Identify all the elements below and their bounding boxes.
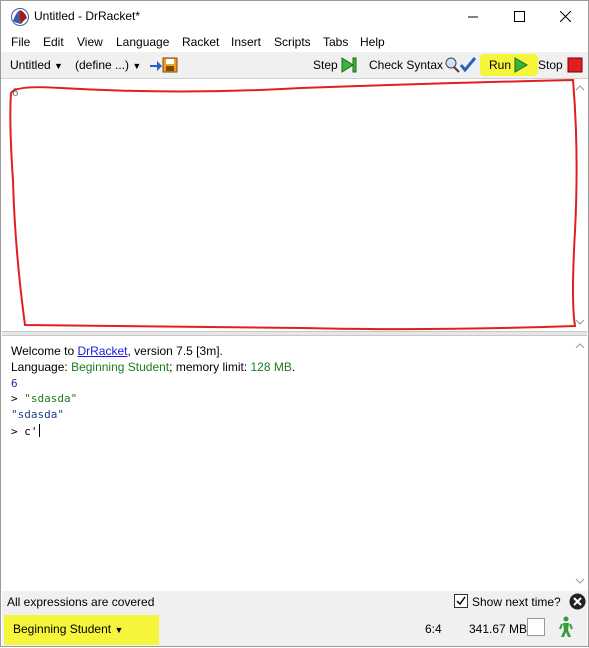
menu-view[interactable]: View <box>77 35 103 49</box>
input-line-2[interactable]: > c' <box>11 424 40 438</box>
drracket-link[interactable]: DrRacket <box>77 344 127 358</box>
run-icon[interactable] <box>513 56 529 74</box>
window-title: Untitled - DrRacket* <box>34 9 141 23</box>
close-coverage-icon[interactable] <box>569 593 586 610</box>
scroll-up-icon[interactable] <box>573 339 587 353</box>
menu-tabs[interactable]: Tabs <box>323 35 348 49</box>
welcome-prefix: Welcome to <box>11 344 78 358</box>
memory-usage[interactable]: 341.67 MB <box>469 622 527 636</box>
running-person-icon <box>559 616 573 637</box>
language-line: Language: Beginning Student; memory limi… <box>11 360 295 374</box>
menu-insert[interactable]: Insert <box>231 35 261 49</box>
language-name: Beginning Student <box>71 360 170 374</box>
caret-down-icon: ▼ <box>114 625 124 635</box>
toolbar: Untitled ▼ (define ...) ▼ Step Check Syn… <box>1 52 588 79</box>
show-next-time-checkbox[interactable] <box>454 594 468 608</box>
language-prefix: Language: <box>11 360 72 374</box>
maximize-button[interactable] <box>496 1 542 32</box>
current-input: c' <box>24 425 38 438</box>
run-button-label[interactable]: Run <box>489 58 511 72</box>
text-cursor <box>38 424 40 437</box>
output-line-1: 6 <box>11 377 18 390</box>
save-icon[interactable] <box>149 56 179 74</box>
caret-down-icon: ▼ <box>54 61 63 71</box>
output-line-2: "sdasda" <box>11 408 64 421</box>
cursor-position: 6:4 <box>425 622 442 636</box>
status-bar-top: All expressions are covered Show next ti… <box>2 591 587 613</box>
step-button-label[interactable]: Step <box>313 58 338 72</box>
interactions-area[interactable]: Welcome to DrRacket, version 7.5 [3m]. L… <box>2 337 587 590</box>
memory-prefix: ; memory limit: <box>169 360 251 374</box>
memory-limit: 128 MB <box>250 360 292 374</box>
scroll-down-icon[interactable] <box>573 315 587 329</box>
welcome-line: Welcome to DrRacket, version 7.5 [3m]. <box>11 344 223 358</box>
definitions-area[interactable]: 6 <box>2 79 587 331</box>
close-button[interactable] <box>542 1 588 32</box>
racket-logo-icon <box>11 8 29 26</box>
input-expression: "sdasda" <box>24 392 78 405</box>
scroll-up-icon[interactable] <box>573 81 587 95</box>
menu-racket[interactable]: Racket <box>182 35 219 49</box>
definitions-text: 6 <box>12 86 19 99</box>
menu-language[interactable]: Language <box>116 35 169 49</box>
status-bar-bottom: Beginning Student ▼ 6:4 341.67 MB <box>2 613 587 646</box>
language-selector[interactable]: Beginning Student ▼ <box>13 622 123 636</box>
menu-bar: File Edit View Language Racket Insert Sc… <box>1 32 588 52</box>
minimize-button[interactable] <box>450 1 496 32</box>
file-dropdown[interactable]: Untitled ▼ <box>10 58 63 72</box>
prompt: > <box>11 425 25 438</box>
language-selector-label: Beginning Student <box>13 622 112 636</box>
title-bar: Untitled - DrRacket* <box>1 1 588 32</box>
define-dropdown[interactable]: (define ...) ▼ <box>75 58 141 72</box>
menu-file[interactable]: File <box>11 35 30 49</box>
menu-scripts[interactable]: Scripts <box>274 35 311 49</box>
check-syntax-icon[interactable] <box>444 56 478 74</box>
coverage-status: All expressions are covered <box>7 595 155 609</box>
menu-help[interactable]: Help <box>360 35 385 49</box>
file-dropdown-label: Untitled <box>10 58 51 72</box>
stop-icon[interactable] <box>567 56 583 74</box>
input-line-1: > "sdasda" <box>11 392 77 405</box>
show-next-time-label[interactable]: Show next time? <box>472 595 561 609</box>
define-dropdown-label: (define ...) <box>75 58 130 72</box>
menu-edit[interactable]: Edit <box>43 35 64 49</box>
check-syntax-button-label[interactable]: Check Syntax <box>369 58 443 72</box>
checkmark-icon <box>456 596 466 606</box>
step-icon[interactable] <box>340 56 358 74</box>
definitions-scrollbar[interactable] <box>573 79 587 331</box>
welcome-suffix: , version 7.5 [3m]. <box>127 344 223 358</box>
memory-suffix: . <box>291 360 296 374</box>
stop-button-label[interactable]: Stop <box>538 58 563 72</box>
prompt: > <box>11 392 25 405</box>
caret-down-icon: ▼ <box>132 61 142 71</box>
drracket-window: Untitled - DrRacket* File Edit View Lang… <box>0 0 589 647</box>
interactions-scrollbar[interactable] <box>573 337 587 590</box>
scroll-down-icon[interactable] <box>573 574 587 588</box>
pane-divider[interactable] <box>2 331 587 336</box>
gc-indicator <box>527 618 545 636</box>
